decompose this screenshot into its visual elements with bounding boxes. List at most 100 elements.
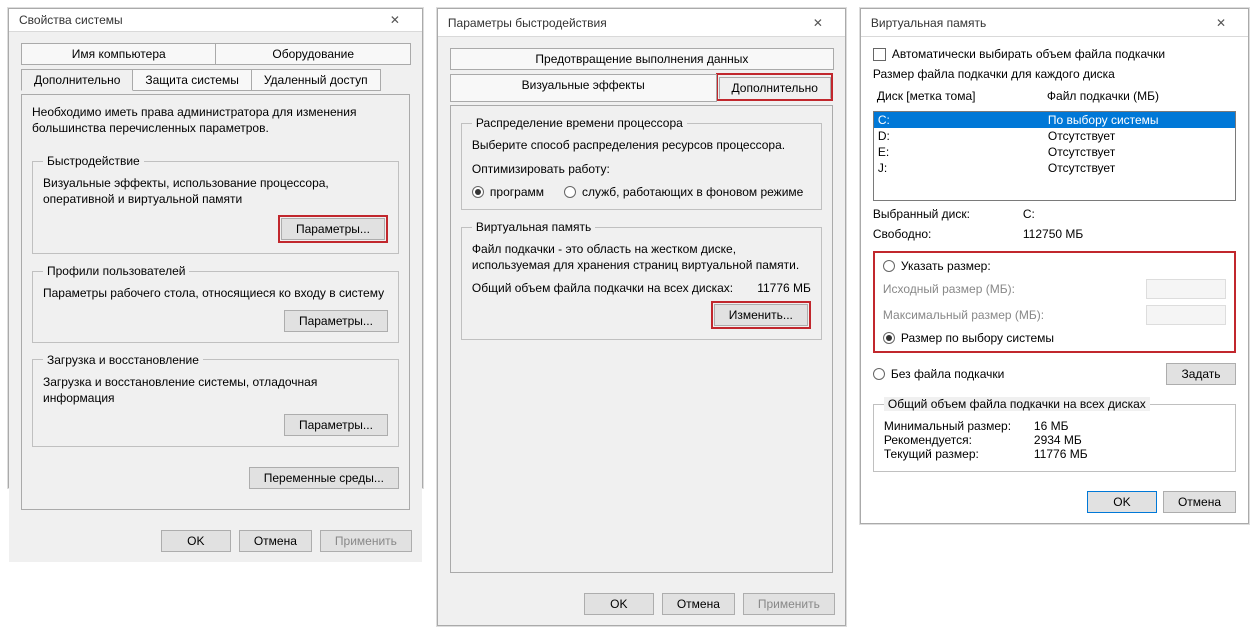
initial-size-input[interactable] [1146,279,1226,299]
dialog-buttons: OK Отмена Применить [9,520,422,562]
startup-settings-button[interactable]: Параметры... [284,414,388,436]
drive-pagefile: По выбору системы [1048,113,1231,127]
tab-advanced[interactable]: Дополнительно [21,69,133,91]
list-item[interactable]: E: Отсутствует [874,144,1235,160]
initial-size-label: Исходный размер (МБ): [883,282,1136,296]
cpu-scheduling-legend: Распределение времени процессора [472,116,687,130]
startup-legend: Загрузка и восстановление [43,353,203,367]
tab-advanced[interactable]: Дополнительно [719,77,831,99]
tab-visual-effects[interactable]: Визуальные эффекты [450,74,717,102]
apply-button[interactable]: Применить [320,530,412,552]
window-title: Свойства системы [19,13,123,27]
tabs-row-2: Дополнительно Защита системы Удаленный д… [21,68,410,90]
apply-button[interactable]: Применить [743,593,835,615]
highlight-tab-advanced: Дополнительно [716,73,833,101]
total-pagefile-legend: Общий объем файла подкачки на всех диска… [884,397,1150,411]
titlebar[interactable]: Свойства системы ✕ [9,9,422,32]
tab-system-protection[interactable]: Защита системы [132,69,251,91]
change-button[interactable]: Изменить... [714,304,808,326]
vm-total-value: 11776 МБ [757,281,811,295]
drive-letter: J: [878,161,1048,175]
titlebar[interactable]: Параметры быстродействия ✕ [438,9,845,37]
list-item[interactable]: C: По выбору системы [874,112,1235,128]
startup-group: Загрузка и восстановление Загрузка и вос… [32,353,399,447]
titlebar[interactable]: Виртуальная память ✕ [861,9,1248,37]
max-size-input[interactable] [1146,305,1226,325]
tabs-row-1: Предотвращение выполнения данных [450,47,833,69]
tabs-row-1: Имя компьютера Оборудование [21,42,410,64]
close-icon[interactable]: ✕ [1200,12,1242,34]
current-size-label: Текущий размер: [884,447,1034,461]
performance-desc: Визуальные эффекты, использование процес… [43,176,388,207]
tab-computer-name[interactable]: Имя компьютера [21,43,216,65]
recommended-value: 2934 МБ [1034,433,1225,447]
radio-no-pagefile[interactable]: Без файла подкачки [873,367,1156,381]
total-pagefile-group: Общий объем файла подкачки на всех диска… [873,397,1236,472]
env-vars-button[interactable]: Переменные среды... [249,467,399,489]
admin-note: Необходимо иметь права администратора дл… [32,105,399,136]
drive-listbox[interactable]: C: По выбору системы D: Отсутствует E: О… [873,111,1236,201]
tab-hardware[interactable]: Оборудование [215,43,410,65]
tab-panel-advanced: Распределение времени процессора Выберит… [450,105,833,573]
cancel-button[interactable]: Отмена [1163,491,1236,513]
tab-remote[interactable]: Удаленный доступ [251,69,381,91]
ok-button[interactable]: OK [584,593,654,615]
profiles-group: Профили пользователей Параметры рабочего… [32,264,399,343]
drive-letter: D: [878,129,1048,143]
recommended-label: Рекомендуется: [884,433,1034,447]
dialog-buttons: OK Отмена Применить [438,583,845,625]
list-item[interactable]: J: Отсутствует [874,160,1235,176]
auto-manage-label: Автоматически выбирать объем файла подка… [892,47,1165,61]
header-pagefile: Файл подкачки (МБ) [1043,87,1236,105]
min-size-value: 16 МБ [1034,419,1225,433]
free-space-row: Свободно: 112750 МБ [873,227,1236,241]
radio-icon [472,186,484,198]
radio-system-managed[interactable]: Размер по выбору системы [883,331,1226,345]
profiles-settings-button[interactable]: Параметры... [284,310,388,332]
selected-drive-row: Выбранный диск: C: [873,207,1236,221]
max-size-label: Максимальный размер (МБ): [883,308,1136,322]
checkbox-icon [873,48,886,61]
radio-services[interactable]: служб, работающих в фоновом режиме [564,185,803,199]
virtual-memory-desc: Файл подкачки - это область на жестком д… [472,242,811,273]
tabs-row-2: Визуальные эффекты Дополнительно [450,73,833,101]
ok-button[interactable]: OK [1087,491,1157,513]
tab-dep[interactable]: Предотвращение выполнения данных [450,48,834,70]
cancel-button[interactable]: Отмена [239,530,312,552]
radio-services-label: служб, работающих в фоновом режиме [582,185,803,199]
set-button[interactable]: Задать [1166,363,1236,385]
current-size-value: 11776 МБ [1034,447,1225,461]
radio-programs-label: программ [490,185,544,199]
list-item[interactable]: D: Отсутствует [874,128,1235,144]
performance-options-window: Параметры быстродействия ✕ Предотвращени… [437,8,846,626]
startup-desc: Загрузка и восстановление системы, отлад… [43,375,388,406]
highlight-performance-button: Параметры... [278,215,388,243]
drive-pagefile: Отсутствует [1048,161,1231,175]
selected-drive-label: Выбранный диск: [873,207,1023,221]
close-icon[interactable]: ✕ [797,12,839,34]
window-title: Виртуальная память [871,16,986,30]
radio-custom-size[interactable]: Указать размер: [883,259,1226,273]
radio-icon [883,260,895,272]
radio-icon [883,332,895,344]
ok-button[interactable]: OK [161,530,231,552]
performance-settings-button[interactable]: Параметры... [281,218,385,240]
optimize-label: Оптимизировать работу: [472,162,811,178]
drive-pagefile: Отсутствует [1048,145,1231,159]
profiles-legend: Профили пользователей [43,264,189,278]
profiles-desc: Параметры рабочего стола, относящиеся ко… [43,286,388,302]
radio-custom-label: Указать размер: [901,259,991,273]
virtual-memory-legend: Виртуальная память [472,220,595,234]
radio-none-label: Без файла подкачки [891,367,1004,381]
min-size-label: Минимальный размер: [884,419,1034,433]
auto-manage-checkbox[interactable]: Автоматически выбирать объем файла подка… [873,47,1236,61]
radio-system-label: Размер по выбору системы [901,331,1054,345]
free-space-value: 112750 МБ [1023,227,1236,241]
vm-total-label: Общий объем файла подкачки на всех диска… [472,281,757,295]
cpu-scheduling-desc: Выберите способ распределения ресурсов п… [472,138,811,154]
close-icon[interactable]: ✕ [374,9,416,31]
radio-icon [873,368,885,380]
highlight-size-options: Указать размер: Исходный размер (МБ): Ма… [873,251,1236,353]
cancel-button[interactable]: Отмена [662,593,735,615]
radio-programs[interactable]: программ [472,185,544,199]
